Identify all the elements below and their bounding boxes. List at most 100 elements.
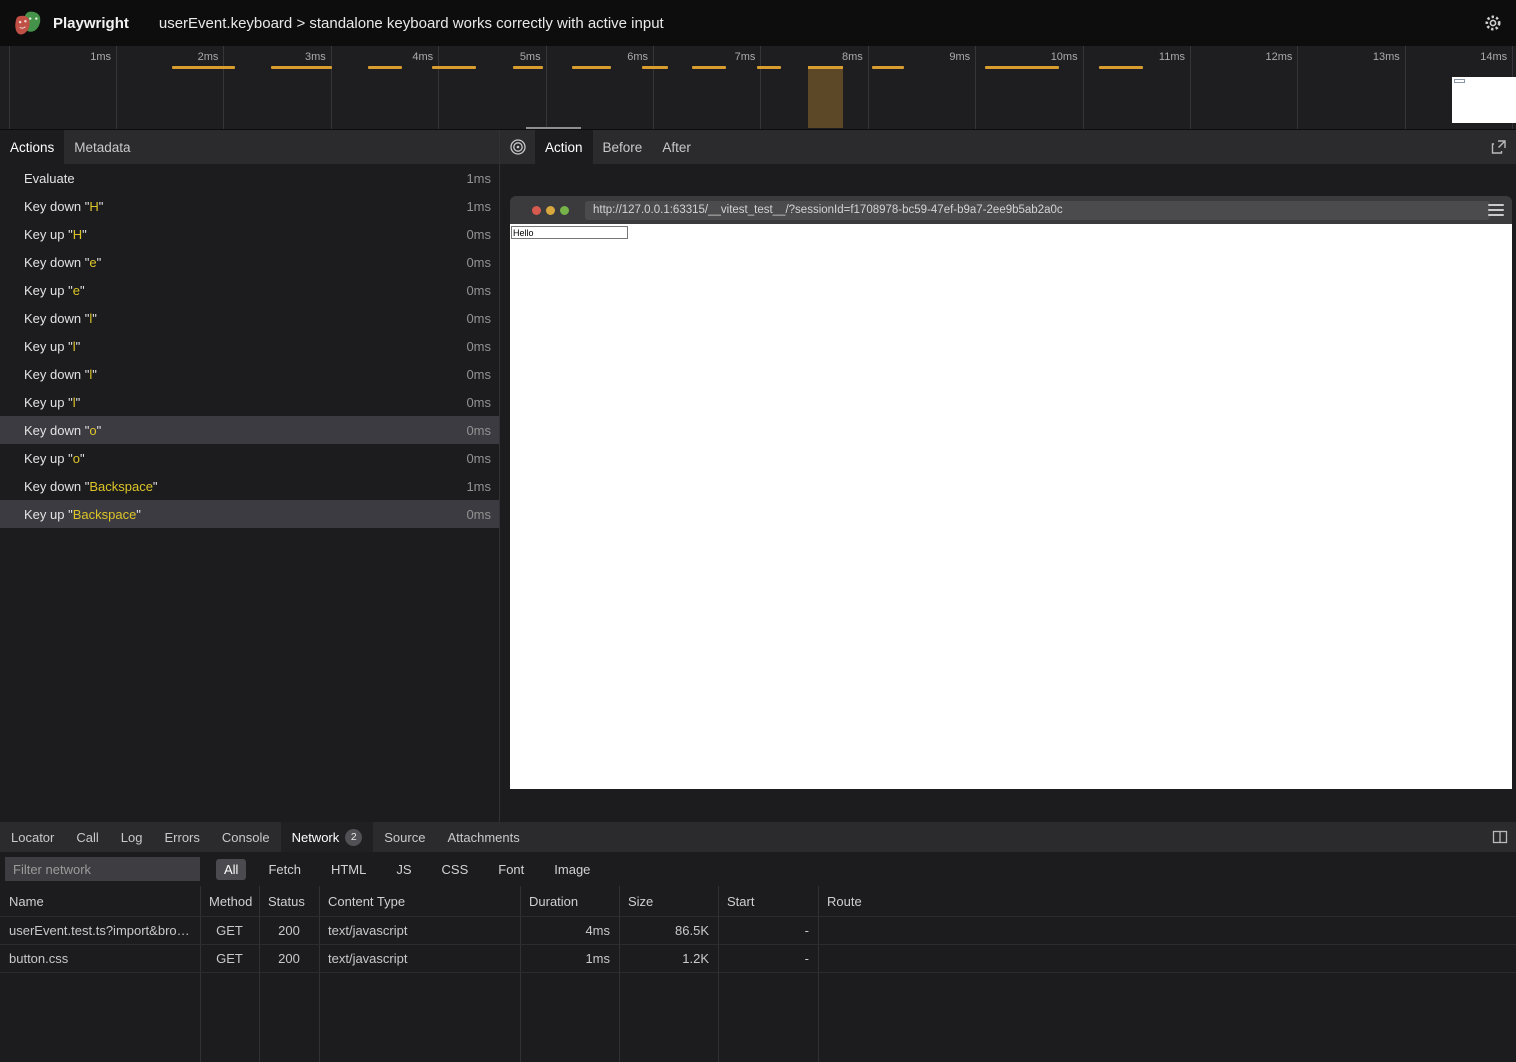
tab-call[interactable]: Call: [65, 822, 109, 852]
action-duration: 0ms: [466, 227, 491, 242]
actions-tab-bar: Actions Metadata: [0, 130, 499, 164]
column-divider[interactable]: [200, 886, 201, 1062]
timeline-gridline: [223, 46, 224, 130]
action-list-item[interactable]: Key down "o"0ms: [0, 416, 499, 444]
tab-before[interactable]: Before: [593, 130, 653, 164]
timeline-ruler[interactable]: 1ms2ms3ms4ms5ms6ms7ms8ms9ms10ms11ms12ms1…: [0, 46, 1516, 130]
action-list-item[interactable]: Key down "l"0ms: [0, 304, 499, 332]
action-list-item[interactable]: Key up "H"0ms: [0, 220, 499, 248]
action-duration: 1ms: [466, 479, 491, 494]
action-duration: 0ms: [466, 451, 491, 466]
network-request-row[interactable]: userEvent.test.ts?import&bro…GET200text/…: [0, 916, 1516, 944]
tab-label: Locator: [11, 830, 54, 845]
timeline-tick-label: 11ms: [1125, 51, 1185, 63]
column-header-route[interactable]: Route: [818, 886, 1516, 916]
column-divider[interactable]: [520, 886, 521, 1062]
tab-source[interactable]: Source: [373, 822, 436, 852]
tab-action[interactable]: Action: [535, 130, 593, 164]
tab-label: Metadata: [74, 140, 130, 155]
settings-gear-icon[interactable]: [1482, 12, 1504, 34]
action-label: Key down ": [24, 199, 89, 214]
action-duration: 0ms: [466, 283, 491, 298]
timeline-tick-label: 2ms: [158, 51, 218, 63]
timeline-gridline: [116, 46, 117, 130]
filter-chip-image[interactable]: Image: [546, 859, 598, 880]
action-duration: 0ms: [466, 339, 491, 354]
action-list-item[interactable]: Key down "Backspace"1ms: [0, 472, 499, 500]
column-header-size[interactable]: Size: [619, 886, 718, 916]
tab-metadata[interactable]: Metadata: [64, 130, 140, 164]
action-list-item[interactable]: Key up "l"0ms: [0, 332, 499, 360]
network-request-row[interactable]: button.cssGET200text/javascript1ms1.2K-: [0, 944, 1516, 972]
action-label: Key down ": [24, 367, 89, 382]
column-header-name[interactable]: Name: [0, 886, 200, 916]
column-divider[interactable]: [818, 886, 819, 1062]
timeline-action-marker: [271, 66, 332, 69]
column-divider[interactable]: [319, 886, 320, 1062]
timeline-gridline: [331, 46, 332, 130]
action-list-item[interactable]: Key up "o"0ms: [0, 444, 499, 472]
network-filter-input[interactable]: [5, 857, 200, 881]
action-key-value: Backspace: [73, 507, 137, 522]
column-header-method[interactable]: Method: [200, 886, 259, 916]
tab-console[interactable]: Console: [211, 822, 281, 852]
tab-log[interactable]: Log: [110, 822, 154, 852]
timeline-tick-label: 12ms: [1232, 51, 1292, 63]
filter-chip-js[interactable]: JS: [388, 859, 419, 880]
timeline-gridline: [9, 46, 10, 130]
tab-network[interactable]: Network2: [281, 822, 374, 852]
action-list-item[interactable]: Key up "Backspace"0ms: [0, 500, 499, 528]
action-duration: 0ms: [466, 255, 491, 270]
column-header-duration[interactable]: Duration: [520, 886, 619, 916]
action-duration: 0ms: [466, 423, 491, 438]
action-label: Key up ": [24, 283, 73, 298]
cell-name: button.css: [0, 944, 200, 972]
action-list-item[interactable]: Key up "l"0ms: [0, 388, 499, 416]
open-external-icon[interactable]: [1490, 138, 1508, 156]
column-divider[interactable]: [619, 886, 620, 1062]
action-label: Key up ": [24, 395, 73, 410]
tab-actions[interactable]: Actions: [0, 130, 64, 164]
film-strip-thumbnail: [1452, 77, 1516, 123]
tab-attachments[interactable]: Attachments: [436, 822, 530, 852]
tab-errors[interactable]: Errors: [153, 822, 210, 852]
timeline-action-marker: [985, 66, 1059, 69]
pick-locator-target-icon[interactable]: [500, 130, 535, 164]
column-divider[interactable]: [718, 886, 719, 1062]
action-label: Key up ": [24, 339, 73, 354]
quote: ": [80, 451, 85, 466]
network-table: NameMethodStatusContent TypeDurationSize…: [0, 886, 1516, 1062]
cell-method: GET: [200, 944, 259, 972]
timeline-tick-label: 6ms: [588, 51, 648, 63]
cell-content-type: text/javascript: [319, 916, 520, 944]
action-list-item[interactable]: Key down "l"0ms: [0, 360, 499, 388]
details-tab-bar: Locator CallLogErrorsConsoleNetwork2 Sourc…: [0, 822, 1516, 852]
filter-chip-all[interactable]: All: [216, 859, 246, 880]
toggle-columns-icon[interactable]: [1492, 829, 1508, 845]
action-list-item[interactable]: Key down "H"1ms: [0, 192, 499, 220]
timeline-action-marker: [757, 66, 781, 69]
snapshot-text-input[interactable]: [511, 226, 628, 239]
tab-after[interactable]: After: [652, 130, 701, 164]
filter-chip-html[interactable]: HTML: [323, 859, 374, 880]
filter-chip-fetch[interactable]: Fetch: [260, 859, 309, 880]
action-label: Key up ": [24, 451, 73, 466]
tab-locator[interactable]: Locator: [0, 822, 65, 852]
column-header-status[interactable]: Status: [259, 886, 319, 916]
action-label: Key up ": [24, 227, 73, 242]
network-filter-row: All Fetch HTML JS CSS Font Image: [0, 852, 1516, 886]
action-key-value: o: [89, 423, 96, 438]
action-list-item[interactable]: Key down "e"0ms: [0, 248, 499, 276]
filter-chip-css[interactable]: CSS: [434, 859, 477, 880]
action-list-item[interactable]: Key up "e"0ms: [0, 276, 499, 304]
timeline-tick-label: 4ms: [373, 51, 433, 63]
app-name: Playwright: [53, 15, 129, 32]
column-header-content-type[interactable]: Content Type: [319, 886, 520, 916]
timeline-tick-label: 1ms: [51, 51, 111, 63]
filter-chip-font[interactable]: Font: [490, 859, 532, 880]
column-divider[interactable]: [259, 886, 260, 1062]
tab-label: Source: [384, 830, 425, 845]
action-list-item[interactable]: Evaluate1ms: [0, 164, 499, 192]
trace-title: userEvent.keyboard > standalone keyboard…: [159, 15, 664, 32]
column-header-start[interactable]: Start: [718, 886, 818, 916]
